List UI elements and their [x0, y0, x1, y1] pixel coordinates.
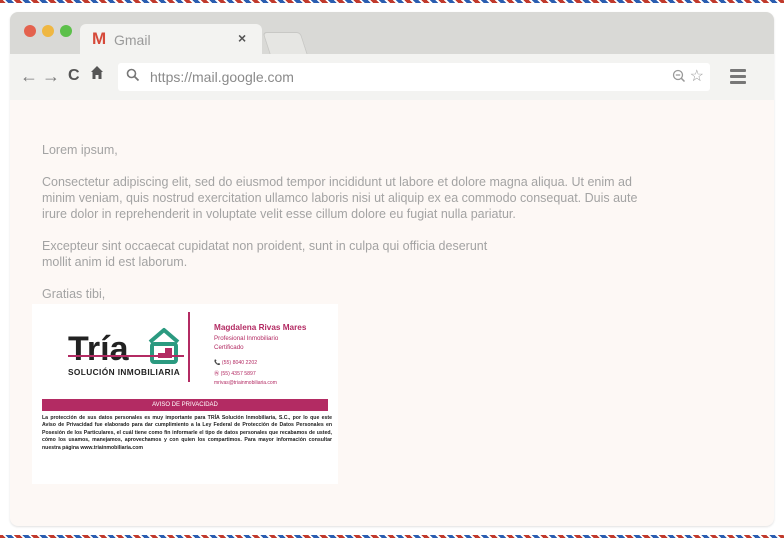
- page: M Gmail × ← → C https://mail.google.com …: [0, 0, 784, 538]
- email-link[interactable]: mrivas@triainmobiliaria.com: [214, 380, 277, 386]
- minimize-window-button[interactable]: [42, 25, 54, 37]
- privacy-notice-text: La protección de sus datos personales es…: [42, 415, 332, 451]
- back-arrow-icon[interactable]: ←: [20, 66, 38, 86]
- tab-gmail[interactable]: M Gmail ×: [80, 24, 262, 54]
- signer-title-line-2: Certificado: [214, 344, 244, 351]
- signer-title-line-1: Profesional Inmobiliario: [214, 335, 279, 342]
- tria-logo: Tría: [68, 328, 180, 368]
- email-greeting: Lorem ipsum,: [42, 143, 118, 157]
- email-paragraph-2: Excepteur sint occaecat cupidatat non pr…: [42, 239, 488, 269]
- close-window-button[interactable]: [24, 25, 36, 37]
- gmail-icon: M: [92, 29, 107, 48]
- email-body: Lorem ipsum, Consectetur adipiscing elit…: [42, 142, 662, 318]
- home-icon[interactable]: [90, 65, 104, 85]
- logo-underline: [68, 355, 184, 357]
- tab-close-icon[interactable]: ×: [238, 30, 246, 46]
- email-paragraph-1: Consectetur adipiscing elit, sed do eius…: [42, 175, 638, 221]
- house-icon: [148, 328, 180, 364]
- whatsapp-number[interactable]: Ⓦ (55) 4357 5897: [214, 370, 256, 377]
- logo-wordmark: Tría: [68, 330, 130, 368]
- new-tab-button[interactable]: [262, 32, 308, 54]
- tab-title: Gmail: [114, 32, 151, 48]
- zoom-icon[interactable]: [672, 69, 686, 83]
- privacy-notice-header: AVISO DE PRIVACIDAD: [42, 399, 328, 411]
- url-text[interactable]: https://mail.google.com: [150, 69, 294, 85]
- bookmark-star-icon[interactable]: ☆: [690, 66, 704, 86]
- menu-icon[interactable]: [730, 69, 746, 84]
- search-icon: [126, 68, 140, 82]
- forward-arrow-icon[interactable]: →: [42, 66, 60, 86]
- address-bar[interactable]: https://mail.google.com ☆: [118, 63, 710, 91]
- email-signature: Tría SOLUCIÓN INMOBILIARIA Magdalena Riv…: [32, 304, 338, 484]
- reload-icon[interactable]: C: [68, 66, 80, 86]
- company-name: SOLUCIÓN INMOBILIARIA: [68, 367, 181, 377]
- maximize-window-button[interactable]: [60, 25, 72, 37]
- browser-window: M Gmail × ← → C https://mail.google.com …: [10, 12, 774, 526]
- airmail-stripe-top: [0, 0, 784, 3]
- browser-toolbar: ← → C https://mail.google.com ☆: [10, 54, 774, 100]
- signer-name: Magdalena Rivas Mares: [214, 323, 307, 332]
- email-closing: Gratias tibi,: [42, 287, 106, 301]
- phone-number[interactable]: 📞 (55) 8040 2202: [214, 360, 257, 366]
- title-bar: M Gmail ×: [10, 12, 774, 54]
- signature-divider: [188, 312, 190, 382]
